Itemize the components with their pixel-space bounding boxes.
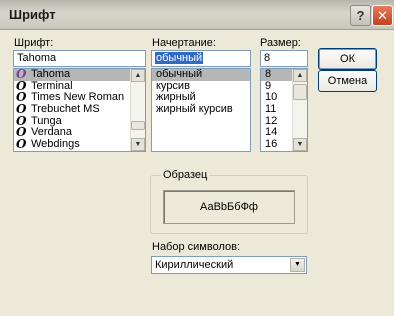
font-list-item-label: Webdings: [31, 138, 80, 151]
style-list-rows: обычный курсив жирный жирный курсив: [152, 69, 250, 116]
style-input[interactable]: обычный: [151, 50, 251, 67]
scroll-thumb[interactable]: [131, 121, 145, 130]
sample-group: Образец АаВbБбФф: [150, 169, 308, 234]
style-list-item-label: жирный курсив: [156, 103, 233, 116]
size-list-scrollbar[interactable]: ▲ ▼: [292, 69, 307, 151]
chevron-down-icon[interactable]: ▼: [290, 258, 305, 272]
style-list-item[interactable]: жирный курсив: [152, 103, 250, 116]
title-bar[interactable]: Шрифт ? ✕: [0, 0, 394, 30]
charset-value: Кириллический: [155, 259, 234, 271]
sample-text: АаВbБбФф: [200, 201, 258, 213]
charset-select[interactable]: Кириллический ▼: [151, 256, 307, 274]
cancel-button-label: Отмена: [327, 75, 368, 87]
close-icon: ✕: [377, 8, 388, 23]
scroll-up-icon[interactable]: ▲: [293, 69, 307, 82]
size-list-item-label: 16: [265, 138, 278, 151]
font-list-item-label: Times New Roman: [31, 91, 125, 104]
style-value: обычный: [155, 52, 204, 64]
font-list-rows: O Tahoma O Terminal O Times New Roman O Trebuch…: [14, 69, 145, 151]
size-list-item-label: 14: [265, 126, 278, 139]
scroll-thumb[interactable]: [293, 84, 307, 100]
size-list-item-label: 9: [265, 79, 272, 92]
font-list-item-label: Tahoma: [31, 68, 71, 80]
font-list-item[interactable]: O Webdings: [14, 137, 145, 152]
ok-button-label: ОК: [340, 53, 355, 65]
cancel-button[interactable]: Отмена: [318, 70, 377, 92]
scroll-down-icon[interactable]: ▼: [131, 138, 145, 151]
font-list[interactable]: O Tahoma O Terminal O Times New Roman O Trebuch…: [13, 68, 146, 152]
sample-label: Образец: [161, 169, 210, 181]
font-list-item-label: Terminal: [31, 79, 73, 92]
charset-label: Набор символов:: [152, 241, 241, 253]
scroll-down-icon[interactable]: ▼: [293, 138, 307, 151]
style-list[interactable]: обычный курсив жирный жирный курсив: [151, 68, 251, 152]
size-list-item-label: 11: [265, 103, 277, 116]
font-list-scrollbar[interactable]: ▲ ▼: [130, 69, 145, 151]
size-list-item-label: 12: [265, 114, 278, 127]
size-input[interactable]: 8: [260, 50, 308, 67]
size-list-item-label: 10: [265, 91, 278, 104]
ok-button[interactable]: ОК: [318, 48, 377, 70]
font-type-icon: O: [16, 137, 27, 152]
help-button[interactable]: ?: [350, 5, 371, 26]
font-name-value: Tahoma: [17, 52, 57, 64]
help-icon: ?: [356, 8, 365, 23]
size-list[interactable]: 8 9 10 11 12 14 16 ▲ ▼: [260, 68, 308, 152]
style-list-item-label: жирный: [156, 91, 196, 104]
scroll-up-icon[interactable]: ▲: [131, 69, 145, 82]
style-list-item-label: обычный: [156, 68, 203, 80]
close-button[interactable]: ✕: [372, 5, 393, 26]
style-list-item-label: курсив: [156, 79, 190, 92]
font-list-item-label: Trebuchet MS: [31, 103, 100, 116]
size-value: 8: [264, 52, 271, 64]
font-name-input[interactable]: Tahoma: [13, 50, 146, 67]
size-list-item-label: 8: [265, 68, 272, 80]
font-list-item-label: Verdana: [31, 126, 72, 139]
style-label: Начертание:: [152, 37, 216, 49]
window-title: Шрифт: [9, 7, 56, 22]
sample-preview: АаВbБбФф: [163, 190, 295, 224]
font-label: Шрифт:: [14, 37, 54, 49]
size-label: Размер:: [260, 37, 301, 49]
font-list-item-label: Tunga: [31, 114, 62, 127]
